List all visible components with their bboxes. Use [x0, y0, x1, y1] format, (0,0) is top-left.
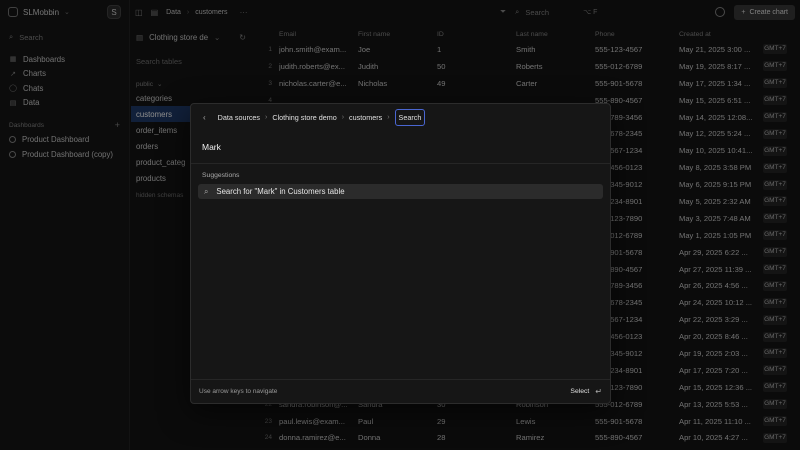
suggestion-label: Search for "Mark" in Customers table: [216, 187, 345, 196]
dialog-crumb-search[interactable]: Search: [394, 108, 426, 126]
suggestion-item[interactable]: ⌕ Search for "Mark" in Customers table: [198, 184, 603, 199]
search-dialog: ‹ Data sources › Clothing store demo › c…: [190, 103, 611, 404]
back-chevron-icon[interactable]: ‹: [203, 113, 206, 122]
dialog-crumb-data-sources[interactable]: Data sources: [218, 113, 260, 122]
dialog-crumb-source[interactable]: Clothing store demo: [272, 113, 336, 122]
dialog-footer: Use arrow keys to navigate Select ↵: [191, 379, 610, 403]
search-icon: ⌕: [204, 186, 209, 196]
navigation-hint: Use arrow keys to navigate: [199, 388, 278, 395]
chevron-right-icon: ›: [341, 113, 345, 121]
dialog-breadcrumb: ‹ Data sources › Clothing store demo › c…: [191, 104, 610, 130]
chevron-right-icon: ›: [265, 113, 268, 121]
select-button[interactable]: Select ↵: [570, 387, 602, 396]
enter-key-icon: ↵: [595, 387, 602, 396]
dialog-crumb-table[interactable]: customers: [349, 113, 382, 122]
chevron-right-icon: ›: [387, 113, 390, 121]
select-label: Select: [570, 388, 590, 395]
suggestions-heading: Suggestions: [202, 172, 240, 179]
dialog-search-input[interactable]: Mark: [191, 130, 610, 164]
